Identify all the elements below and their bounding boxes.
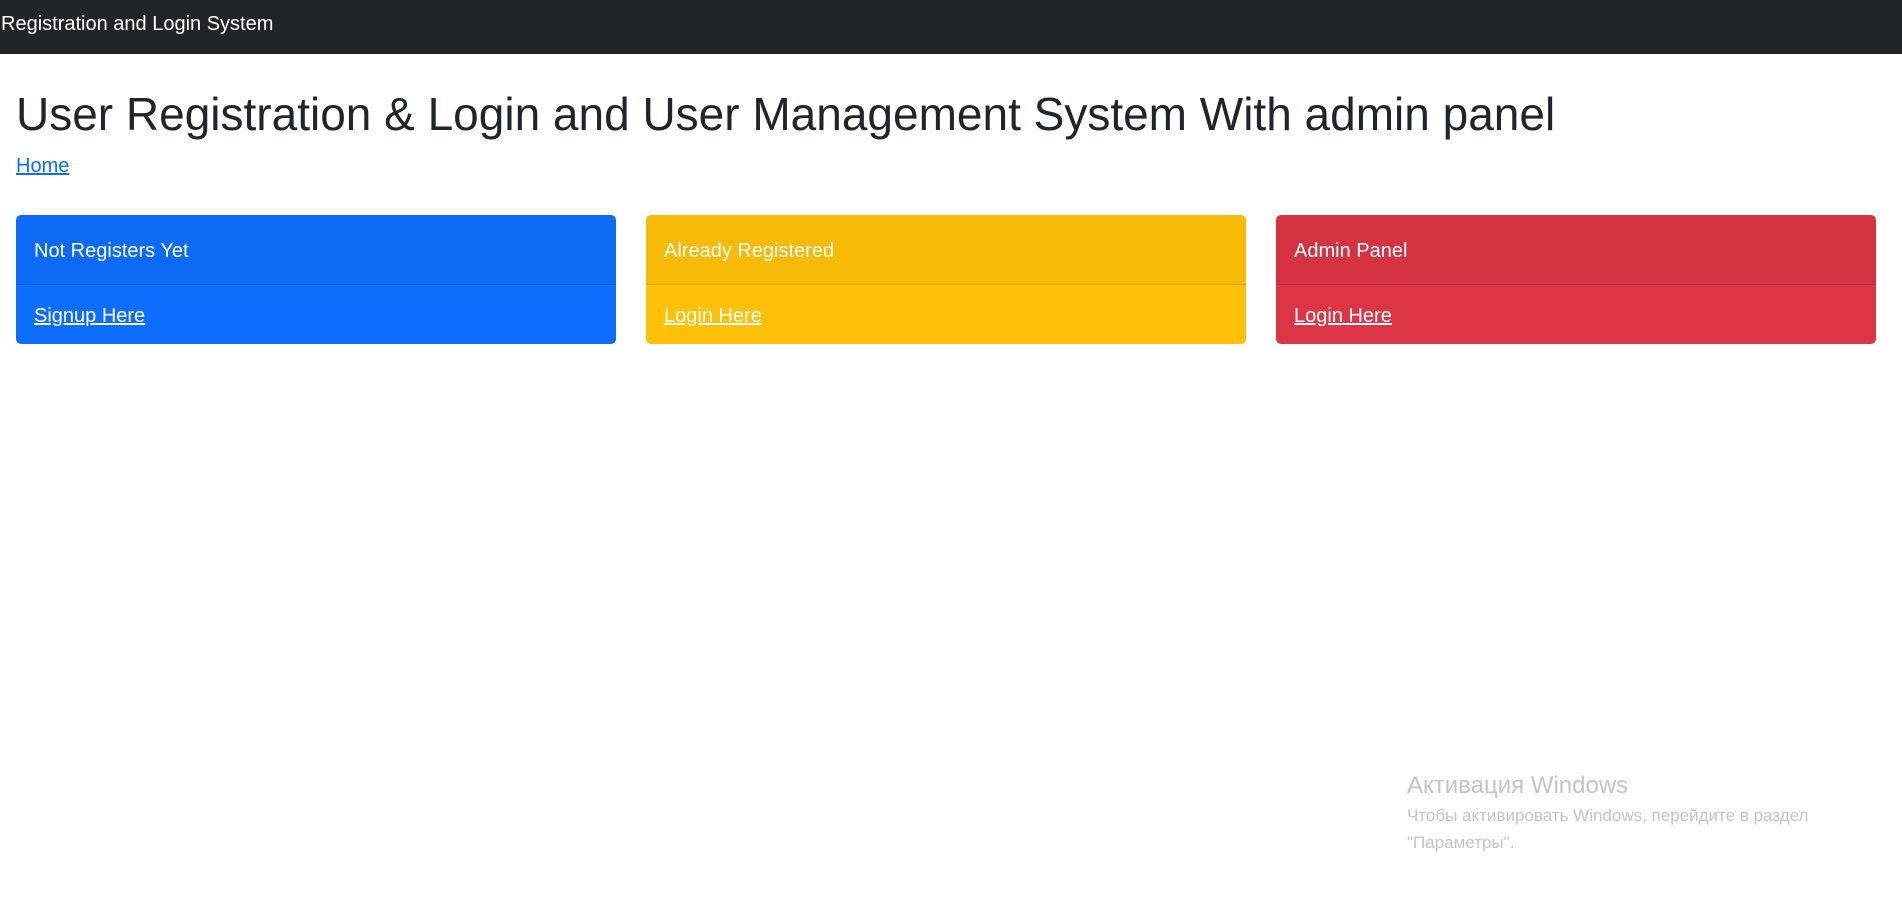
admin-login-here-link[interactable]: Login Here — [1294, 304, 1392, 328]
signup-card: Not Registers Yet Signup Here — [16, 215, 616, 344]
login-card-header: Already Registered — [646, 215, 1246, 285]
signup-card-title: Not Registers Yet — [34, 240, 189, 262]
user-login-here-link[interactable]: Login Here — [664, 304, 762, 328]
admin-panel-card-title: Admin Panel — [1294, 240, 1408, 262]
signup-here-link[interactable]: Signup Here — [34, 304, 145, 328]
signup-card-header: Not Registers Yet — [16, 215, 616, 285]
login-card-title: Already Registered — [664, 240, 835, 262]
watermark-line-1: Чтобы активировать Windows, перейдите в … — [1407, 806, 1809, 825]
windows-activation-watermark: Активация Windows Чтобы активировать Win… — [1407, 771, 1808, 855]
breadcrumb-home-link[interactable]: Home — [16, 154, 69, 178]
watermark-title: Активация Windows — [1407, 772, 1629, 799]
admin-panel-card: Admin Panel Login Here — [1276, 215, 1876, 344]
top-navbar: Registration and Login System — [0, 0, 1902, 54]
login-card: Already Registered Login Here — [646, 215, 1246, 344]
admin-panel-card-header: Admin Panel — [1276, 215, 1876, 285]
watermark-line-2: "Параметры". — [1407, 833, 1515, 852]
navbar-brand-link[interactable]: Registration and Login System — [1, 12, 273, 36]
page-title: User Registration & Login and User Manag… — [16, 88, 1556, 140]
